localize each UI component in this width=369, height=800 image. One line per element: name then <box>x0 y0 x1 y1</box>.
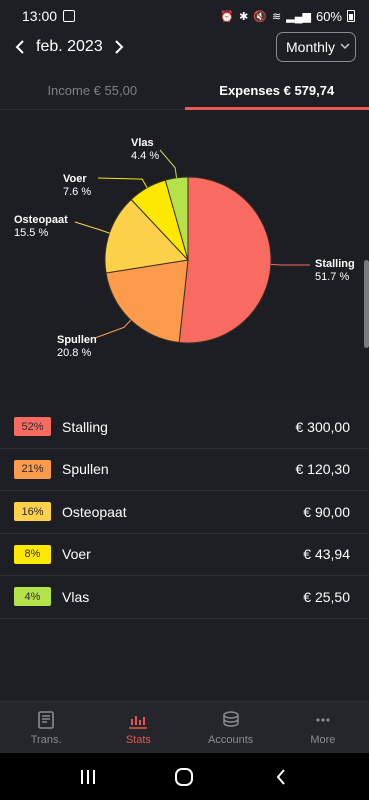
scrollbar[interactable] <box>364 260 369 348</box>
slice-label: Voer <box>63 173 87 185</box>
category-amount: € 43,94 <box>303 546 350 563</box>
battery-percent: 60% <box>315 8 342 24</box>
leader-line-osteopaat <box>74 221 110 234</box>
leader-line-stalling <box>270 263 311 266</box>
nav-more[interactable]: More <box>277 702 369 753</box>
slice-percent-label: 51.7 % <box>315 271 349 283</box>
notification-icon <box>63 10 76 22</box>
chevron-right-icon <box>115 40 124 54</box>
category-list: 52% Stalling € 300,00 21% Spullen € 120,… <box>0 406 369 619</box>
system-nav-bar <box>0 753 369 800</box>
percent-badge: 4% <box>14 587 51 607</box>
category-name: Osteopaat <box>62 503 127 520</box>
alarm-icon: ⏰ <box>220 10 235 23</box>
bluetooth-icon: ✱ <box>239 10 249 23</box>
slice-percent-label: 15.5 % <box>14 227 48 239</box>
list-item[interactable]: 52% Stalling € 300,00 <box>0 406 369 449</box>
list-item[interactable]: 21% Spullen € 120,30 <box>0 449 369 491</box>
tab-income[interactable]: Income € 55,00 <box>0 72 185 109</box>
leader-line-voer <box>97 177 148 189</box>
slice-label: Spullen <box>57 334 97 346</box>
category-amount: € 300,00 <box>295 418 351 435</box>
back-icon <box>276 768 285 785</box>
mute-icon: 🔇 <box>253 10 268 23</box>
nav-label: More <box>310 733 336 746</box>
tab-expenses[interactable]: Expenses € 579,74 <box>184 72 369 110</box>
battery-icon <box>347 10 355 22</box>
list-item[interactable]: 16% Osteopaat € 90,00 <box>0 491 369 534</box>
home-button[interactable] <box>169 762 199 792</box>
category-amount: € 120,30 <box>295 461 351 478</box>
book-icon <box>38 710 54 729</box>
next-month-button[interactable] <box>109 37 129 57</box>
pie-chart: Stalling51.7 % Spullen20.8 % Osteopaat15.5… <box>14 137 355 359</box>
category-name: Stalling <box>62 418 108 435</box>
chevron-down-icon <box>340 41 350 53</box>
percent-badge: 52% <box>14 417 51 437</box>
pie-slice-stalling[interactable] <box>178 176 272 344</box>
pie-chart-area: Stalling 51.7 % Spullen 20.8 % Osteopaat 15.5… <box>0 110 369 398</box>
signal-icon: ▂▄▆ <box>286 10 311 23</box>
bottom-nav: Trans. Stats Accounts More <box>0 701 369 753</box>
previous-month-button[interactable] <box>10 37 30 57</box>
nav-accounts[interactable]: Accounts <box>185 702 277 753</box>
header: feb. 2023 Monthly <box>0 32 369 62</box>
slice-percent-label: 7.6 % <box>63 186 91 198</box>
category-name: Voer <box>62 546 91 563</box>
percent-badge: 16% <box>14 502 51 522</box>
coins-icon <box>222 710 239 727</box>
slice-percent-label: 4.4 % <box>131 150 159 162</box>
bar-chart-icon <box>129 715 148 729</box>
status-bar: 13:00 ⏰ ✱ 🔇 ≋ ▂▄▆ 60% <box>0 0 369 32</box>
percent-badge: 8% <box>14 544 51 564</box>
home-icon <box>175 767 194 786</box>
category-amount: € 90,00 <box>303 503 350 520</box>
status-icons: ⏰ ✱ 🔇 ≋ ▂▄▆ 60% <box>220 9 355 24</box>
more-dots-icon <box>316 717 330 722</box>
nav-label: Trans. <box>30 733 62 746</box>
category-amount: € 25,50 <box>303 588 350 605</box>
slice-label: Stalling <box>315 258 355 270</box>
nav-stats[interactable]: Stats <box>92 702 184 753</box>
leader-line-spullen <box>94 319 132 339</box>
chevron-left-icon <box>15 40 24 54</box>
category-name: Vlas <box>62 588 90 605</box>
pie-slice-spullen[interactable] <box>105 259 189 344</box>
list-item[interactable]: 4% Vlas € 25,50 <box>0 576 369 619</box>
slice-percent-label: 20.8 % <box>57 347 91 359</box>
nav-label: Accounts <box>208 733 254 746</box>
percent-badge: 21% <box>14 459 51 479</box>
nav-trans[interactable]: Trans. <box>0 702 92 753</box>
type-tabs: Income € 55,00 Expenses € 579,74 <box>0 72 369 110</box>
category-name: Spullen <box>62 461 109 478</box>
month-label[interactable]: feb. 2023 <box>36 38 103 56</box>
recents-icon <box>81 769 96 784</box>
leader-line-vlas <box>159 149 178 178</box>
nav-label: Stats <box>125 733 151 746</box>
period-dropdown[interactable]: Monthly <box>276 32 356 62</box>
slice-label: Vlas <box>131 137 154 149</box>
slice-label: Osteopaat <box>14 214 68 226</box>
status-time: 13:00 <box>22 8 58 24</box>
recents-button[interactable] <box>73 762 103 792</box>
period-value: Monthly <box>286 39 336 55</box>
wifi-icon: ≋ <box>272 10 282 23</box>
list-item[interactable]: 8% Voer € 43,94 <box>0 534 369 576</box>
back-button[interactable] <box>266 762 296 792</box>
